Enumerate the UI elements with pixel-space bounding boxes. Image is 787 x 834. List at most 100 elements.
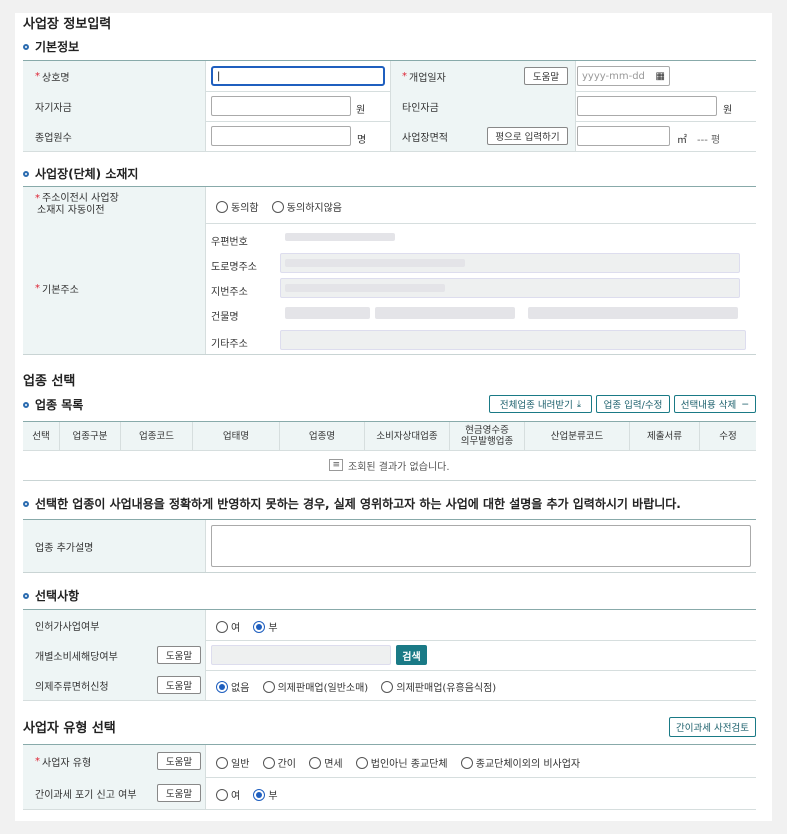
building-label: 건물명 <box>211 312 239 323</box>
own-capital-unit: 원 <box>356 105 366 116</box>
open-date-input[interactable]: yyyy-mm-dd ▦ <box>577 66 670 86</box>
col-code: 업종코드 <box>121 422 193 450</box>
download-industries-button[interactable]: 전체업종 내려받기 ⤓ <box>489 395 592 413</box>
row-liquor: 의제주류면허신청 도움말 없음 의제판매업(일반소매) 의제판매업(유흥음식점) <box>23 670 756 701</box>
required-icon: * <box>35 283 40 294</box>
liquor-retail-radio[interactable]: 의제판매업(일반소매) <box>262 679 368 694</box>
basic-address-label: 기본주소 <box>42 285 79 296</box>
type-exempt-radio[interactable]: 면세 <box>309 755 343 770</box>
industry-list-title: 업종 목록 <box>23 396 83 413</box>
pyeong-input-button[interactable]: 평으로 입력하기 <box>487 127 568 145</box>
page-title: 사업장 정보입력 <box>23 17 112 32</box>
open-date-label: 개업일자 <box>409 72 446 84</box>
col-business-type: 업태명 <box>193 422 280 450</box>
type-general-radio[interactable]: 일반 <box>216 755 249 770</box>
own-capital-label: 자기자금 <box>23 91 205 121</box>
employees-unit: 명 <box>357 135 367 146</box>
col-category: 업종구분 <box>60 422 121 450</box>
bullet-icon <box>23 170 29 177</box>
row-basic-address: * 기본주소 우편번호 도로명주소 지번주소 건물명 기타주소 <box>23 223 756 354</box>
auto-move-label-2: 소재지 자동이전 <box>37 205 105 216</box>
extra-notice: 선택한 업종이 사업내용을 정확하게 반영하지 못하는 경우, 실제 영위하고자… <box>23 495 681 512</box>
col-industry-class: 산업분류코드 <box>525 422 630 450</box>
col-edit: 수정 <box>700 422 756 450</box>
license-yes-radio[interactable]: 여 <box>216 619 240 634</box>
bullet-icon <box>23 500 29 507</box>
license-label: 인허가사업여부 <box>23 610 205 640</box>
required-icon: * <box>35 70 40 82</box>
biz-type-help-button[interactable]: 도움말 <box>157 752 201 770</box>
required-icon: * <box>35 755 40 767</box>
required-icon: * <box>35 193 40 204</box>
type-simple-radio[interactable]: 간이 <box>262 755 296 770</box>
simple-giveup-help-button[interactable]: 도움말 <box>157 784 201 802</box>
col-cash-receipt: 현금영수증 의무발행업종 <box>450 422 525 450</box>
giveup-no-radio[interactable]: 부 <box>253 787 278 802</box>
section-basic-title: 기본정보 <box>23 38 79 55</box>
liquor-help-button[interactable]: 도움말 <box>157 676 201 694</box>
delete-selection-button[interactable]: 선택내용 삭제 − <box>674 395 756 413</box>
postal-label: 우편번호 <box>211 237 248 248</box>
employees-label: 종업원수 <box>23 121 205 151</box>
extra-description-textarea[interactable] <box>211 525 751 567</box>
pyeong-value: --- 평 <box>697 135 721 146</box>
jibun-address-label: 지번주소 <box>211 287 248 298</box>
area-unit: ㎡ <box>677 135 687 146</box>
employees-input[interactable] <box>211 126 351 146</box>
other-address-label: 기타주소 <box>211 339 248 350</box>
minus-icon: − <box>741 398 750 410</box>
building-value-redacted <box>285 307 370 319</box>
trade-name-input[interactable]: | <box>211 66 385 86</box>
own-capital-input[interactable] <box>211 96 351 116</box>
liquor-entertainment-radio[interactable]: 의제판매업(유흥음식점) <box>381 679 496 694</box>
type-religious-radio[interactable]: 법인아닌 종교단체 <box>355 755 448 770</box>
simple-tax-precheck-button[interactable]: 간이과세 사전검토 <box>669 717 756 737</box>
location-table: * 주소이전시 사업장 소재지 자동이전 동의함 동의하지않음 * 기본주소 우편번… <box>23 186 756 355</box>
bullet-icon <box>23 401 29 408</box>
excise-search-button[interactable]: 검색 <box>396 645 427 665</box>
agree-radio[interactable]: 동의함 <box>216 199 259 214</box>
calendar-icon[interactable]: ▦ <box>656 71 665 82</box>
area-input[interactable] <box>577 126 670 146</box>
row-license: 인허가사업여부 여 부 <box>23 610 756 641</box>
document-icon: ≡ <box>329 459 343 471</box>
col-consumer: 소비자상대업종 <box>365 422 450 450</box>
excise-input <box>211 645 391 665</box>
giveup-yes-radio[interactable]: 여 <box>216 787 240 802</box>
col-select: 선택 <box>23 422 60 450</box>
type-nonbusiness-radio[interactable]: 종교단체이외의 비사업자 <box>460 755 580 770</box>
biztype-table: * 사업자 유형 도움말 일반 간이 면세 법인아닌 종교단체 종교단체이외의 비… <box>23 744 756 810</box>
empty-message: ≡ 조회된 결과가 없습니다. <box>23 450 756 480</box>
other-capital-input[interactable] <box>577 96 717 116</box>
industry-section-title: 업종 선택 <box>23 374 76 389</box>
edit-industry-button[interactable]: 업종 입력/수정 <box>596 395 670 413</box>
row-excise: 개별소비세해당여부 도움말 검색 <box>23 640 756 671</box>
options-title: 선택사항 <box>23 587 79 604</box>
industry-table: 선택 업종구분 업종코드 업태명 업종명 소비자상대업종 현금영수증 의무발행업… <box>23 421 756 481</box>
bullet-icon <box>23 592 29 599</box>
excise-help-button[interactable]: 도움말 <box>157 646 201 664</box>
extra-description-label: 업종 추가설명 <box>23 520 205 572</box>
extra-table: 업종 추가설명 <box>23 519 756 573</box>
page: 사업장 정보입력 기본정보 * 상호명 | * 개업일자 도움말 yyyy-mm-d… <box>15 13 772 821</box>
other-capital-unit: 원 <box>723 105 733 116</box>
options-table: 인허가사업여부 여 부 개별소비세해당여부 도움말 검색 의제주류면허신청 도움… <box>23 609 756 701</box>
other-address-input[interactable] <box>280 330 746 350</box>
biz-type-label: 사업자 유형 <box>42 757 92 769</box>
row-auto-move: * 주소이전시 사업장 소재지 자동이전 동의함 동의하지않음 <box>23 187 756 224</box>
row-simple-giveup: 간이과세 포기 신고 여부 도움말 여 부 <box>23 777 756 810</box>
liquor-none-radio[interactable]: 없음 <box>216 679 249 694</box>
open-date-help-button[interactable]: 도움말 <box>524 67 568 85</box>
auto-move-label: 주소이전시 사업장 <box>42 193 119 204</box>
bullet-icon <box>23 43 29 50</box>
postal-value-redacted <box>285 233 395 241</box>
disagree-radio[interactable]: 동의하지않음 <box>271 199 342 214</box>
col-industry-name: 업종명 <box>280 422 365 450</box>
col-documents: 제출서류 <box>630 422 700 450</box>
basic-info-table: * 상호명 | * 개업일자 도움말 yyyy-mm-dd ▦ 자기자금 원 타인자금… <box>23 60 756 152</box>
section-location-title: 사업장(단체) 소재지 <box>23 165 138 182</box>
biztype-title: 사업자 유형 선택 <box>23 721 116 736</box>
row-biz-type: * 사업자 유형 도움말 일반 간이 면세 법인아닌 종교단체 종교단체이외의 비… <box>23 745 756 778</box>
license-no-radio[interactable]: 부 <box>253 619 278 634</box>
download-icon: ⤓ <box>576 398 582 410</box>
